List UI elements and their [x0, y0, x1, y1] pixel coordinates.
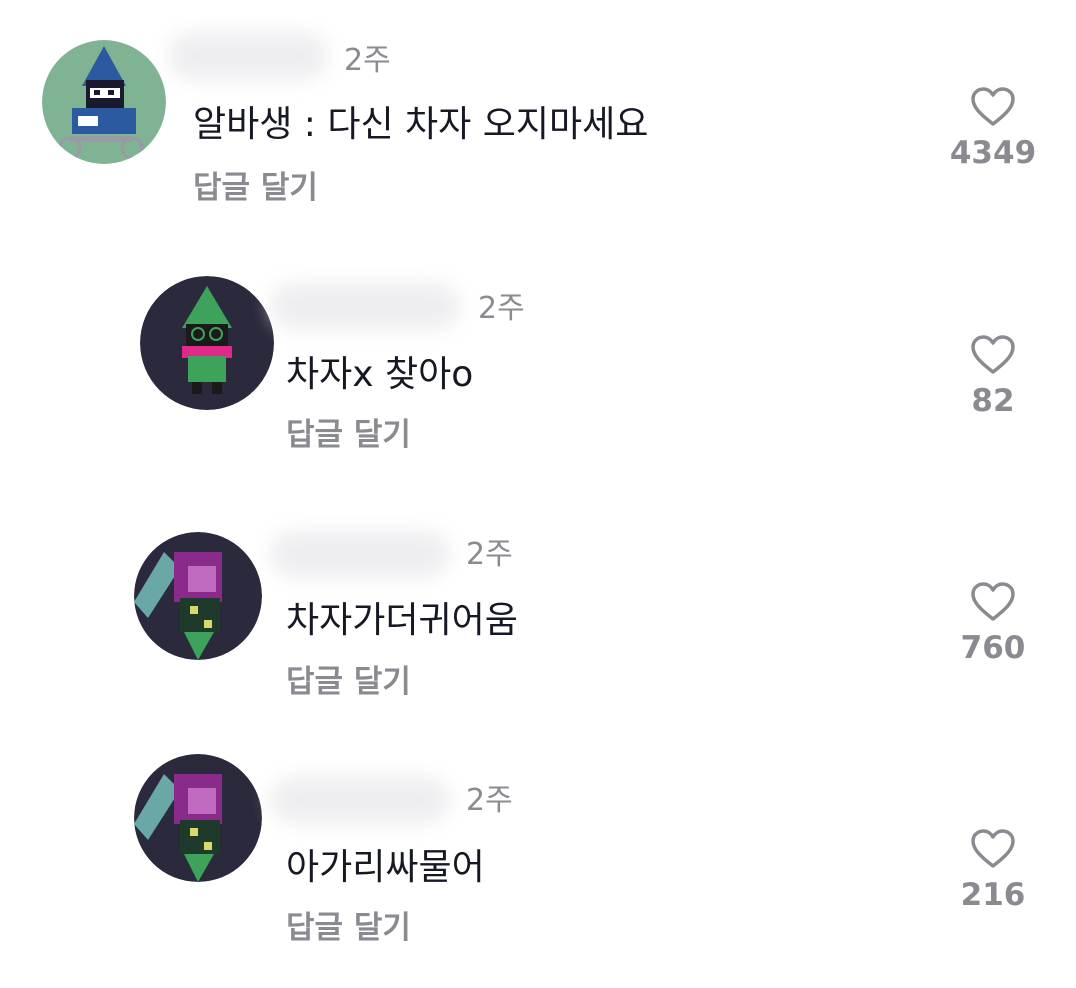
comment-text: 아가리싸물어 — [286, 847, 485, 888]
comment-time: 2주 — [466, 783, 513, 818]
comment-time: 2주 — [344, 43, 391, 78]
susie-avatar-image — [134, 754, 262, 882]
like-button[interactable]: 760 — [933, 581, 1053, 664]
susie-avatar-image — [134, 532, 262, 660]
reply-button[interactable]: 답글 달기 — [286, 913, 411, 944]
like-count: 82 — [971, 383, 1015, 419]
like-button[interactable]: 82 — [933, 334, 1053, 417]
lancer-avatar-image — [42, 40, 166, 164]
comment-time: 2주 — [478, 291, 525, 326]
like-button[interactable]: 4349 — [933, 86, 1053, 169]
avatar[interactable] — [134, 754, 262, 882]
reply-button[interactable]: 답글 달기 — [286, 667, 411, 698]
comment-time: 2주 — [466, 537, 513, 572]
username-redacted[interactable] — [168, 32, 328, 80]
heart-outline-icon — [971, 829, 1015, 868]
username-redacted[interactable] — [270, 776, 450, 824]
heart-outline-icon — [971, 87, 1015, 126]
username-redacted[interactable] — [270, 530, 450, 578]
reply-button[interactable]: 답글 달기 — [286, 420, 411, 451]
comment-text: 차자가더귀어움 — [286, 600, 518, 641]
comment-text: 차자x 찾아o — [286, 354, 474, 395]
heart-outline-icon — [971, 582, 1015, 621]
like-button[interactable]: 216 — [933, 828, 1053, 911]
like-count: 760 — [960, 630, 1026, 666]
avatar[interactable] — [42, 40, 166, 164]
avatar[interactable] — [134, 532, 262, 660]
comment-item: 2주 알바생 : 다신 차자 오지마세요 답글 달기 4349 — [0, 0, 1076, 240]
like-count: 216 — [960, 877, 1026, 913]
username-redacted[interactable] — [270, 282, 460, 330]
ralsei-avatar-image — [140, 276, 274, 410]
comment-text: 알바생 : 다신 차자 오지마세요 — [193, 104, 649, 145]
like-count: 4349 — [949, 135, 1037, 171]
reply-button[interactable]: 답글 달기 — [193, 173, 318, 204]
avatar[interactable] — [140, 276, 274, 410]
heart-outline-icon — [971, 335, 1015, 374]
